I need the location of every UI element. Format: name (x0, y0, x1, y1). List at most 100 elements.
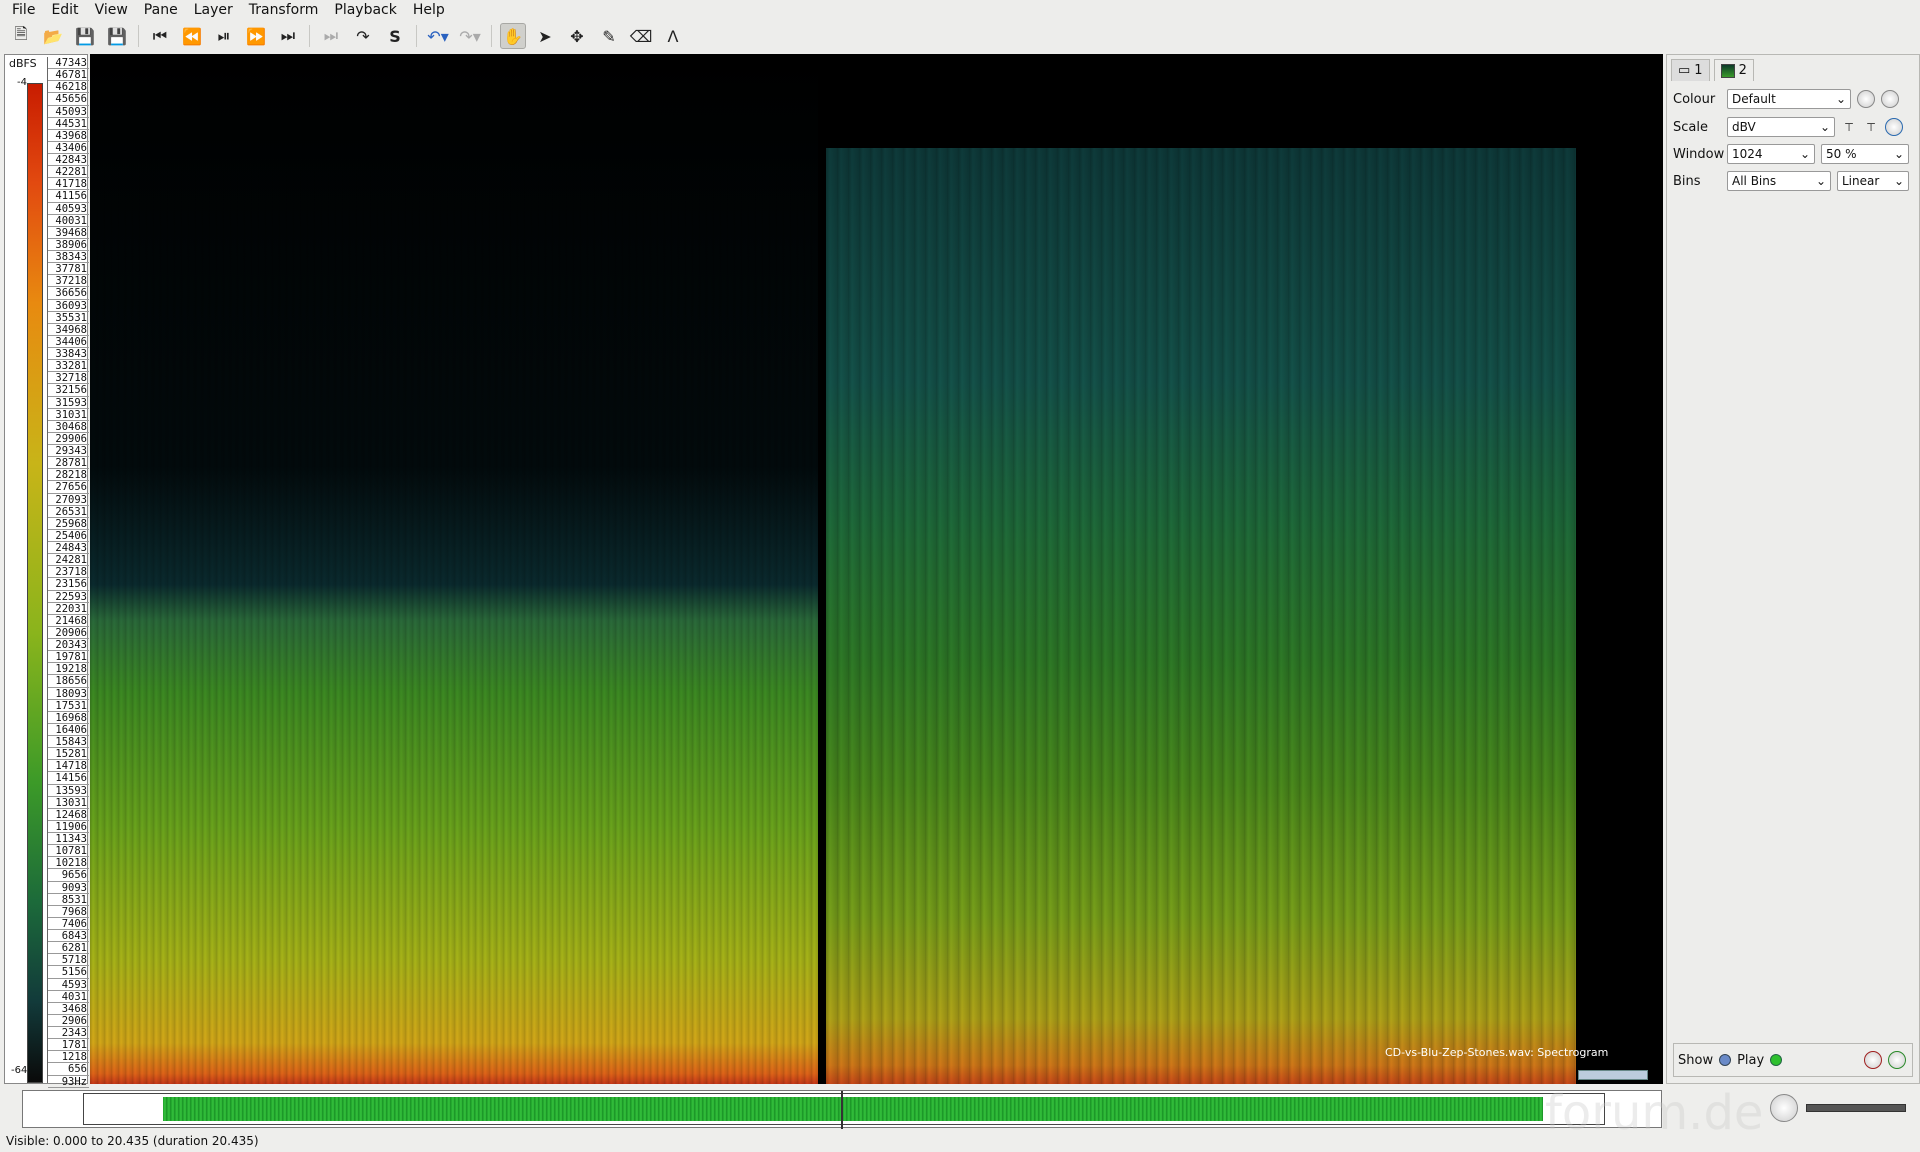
watermark-text: forum.de (1545, 1085, 1764, 1141)
move-tool-icon[interactable]: ✥ (564, 23, 590, 49)
save-as-icon[interactable]: 💾 (104, 23, 130, 49)
threshold-knob[interactable] (1885, 118, 1903, 136)
gain-knob[interactable] (1864, 1051, 1882, 1069)
frequency-tick-label: 3468 (48, 1003, 89, 1015)
frequency-tick-label: 35531 (48, 312, 89, 324)
save-icon[interactable]: 💾 (72, 23, 98, 49)
spectrogram-view[interactable] (90, 54, 1663, 1084)
toolbar: 🗎 📂 💾 💾 ⏮ ⏪ ⏯ ⏩ ⏭ ⏭ ↷ S ↶▾ ↷▾ ✋ ➤ ✥ ✎ ⌫ … (0, 20, 1920, 52)
playback-cursor[interactable] (841, 1091, 843, 1129)
menu-edit[interactable]: Edit (43, 2, 86, 18)
overview-waveform[interactable] (22, 1090, 1662, 1129)
chevron-down-icon: ⌄ (1893, 147, 1904, 161)
toolbar-separator (491, 25, 492, 47)
frequency-tick-label: 9656 (48, 869, 89, 882)
draw-tool-icon[interactable]: ✎ (596, 23, 622, 49)
layer-controls: Show Play (1673, 1043, 1913, 1077)
colour-select[interactable]: Default ⌄ (1727, 89, 1851, 109)
window-size-select[interactable]: 1024 ⌄ (1727, 144, 1815, 164)
frequency-tick-label: 10781 (48, 845, 89, 858)
frequency-tick-label: 9093 (48, 882, 89, 894)
play-pause-icon[interactable]: ⏯ (211, 23, 237, 49)
select-tool-icon[interactable]: ➤ (532, 23, 558, 49)
window-overlap-select[interactable]: 50 % ⌄ (1821, 144, 1909, 164)
frequency-tick-label: 46218 (48, 81, 89, 94)
open-file-icon[interactable]: 📂 (40, 23, 66, 49)
frequency-scale-panel: dBFS -4 -64 47343 46781 46218 45656 45093 445… (4, 54, 89, 1088)
loop-icon[interactable]: S (382, 23, 408, 49)
toolbar-separator (138, 25, 139, 47)
overview-waveform-shape (163, 1097, 1543, 1121)
pan-knob[interactable] (1888, 1051, 1906, 1069)
frequency-tick-label: 24281 (48, 554, 89, 567)
menu-pane[interactable]: Pane (136, 2, 186, 18)
chevron-down-icon: ⌄ (1893, 174, 1904, 188)
undo-icon[interactable]: ↶▾ (425, 23, 451, 49)
fast-forward-icon[interactable]: ⏩ (243, 23, 269, 49)
frequency-tick-label: 31031 (48, 409, 89, 421)
pane-icon: ▭ (1678, 63, 1691, 78)
frequency-tick-label: 36093 (48, 300, 89, 312)
menu-transform[interactable]: Transform (241, 2, 327, 18)
play-toggle[interactable] (1770, 1054, 1783, 1066)
frequency-tick-label: 41156 (48, 190, 89, 203)
frequency-tick-label: 2906 (48, 1015, 89, 1027)
frequency-tick-label: 25968 (48, 518, 89, 530)
colour-gain-knob[interactable] (1881, 90, 1899, 108)
frequency-tick-label: 42281 (48, 166, 89, 179)
spectrogram-segment-cd (90, 54, 818, 1084)
rewind-icon[interactable]: ⏪ (179, 23, 205, 49)
menu-help[interactable]: Help (405, 2, 453, 18)
frequency-labels: 47343 46781 46218 45656 45093 44531 43968 43406… (47, 57, 89, 1088)
frequency-tick-label: 11906 (48, 821, 89, 833)
frequency-tick-label: 28781 (48, 457, 89, 470)
frequency-tick-label: 10218 (48, 857, 89, 870)
navigate-tool-icon[interactable]: ✋ (500, 23, 526, 49)
frequency-tick-label: 18656 (48, 675, 89, 688)
bins-row: Bins All Bins ⌄ Linear ⌄ (1673, 171, 1909, 191)
normalize-columns-icon[interactable]: ⊤ (1841, 121, 1857, 134)
status-bar: Visible: 0.000 to 20.435 (duration 20.43… (6, 1134, 259, 1148)
overview-controls (1770, 1092, 1910, 1126)
redo-icon[interactable]: ↷▾ (457, 23, 483, 49)
frequency-tick-label: 7968 (48, 906, 89, 918)
frequency-tick-label: 19781 (48, 651, 89, 664)
bin-scale-select[interactable]: Linear ⌄ (1837, 171, 1909, 191)
frequency-tick-label: 23718 (48, 566, 89, 579)
tab-1[interactable]: ▭ 1 (1671, 59, 1710, 81)
dbfs-label: dBFS (9, 57, 37, 70)
frequency-tick-label: 15843 (48, 736, 89, 749)
tab-2[interactable]: 2 (1713, 59, 1754, 81)
menu-layer[interactable]: Layer (186, 2, 241, 18)
colour-scale-bar (27, 83, 43, 1083)
scale-select[interactable]: dBV ⌄ (1727, 117, 1835, 137)
frequency-tick-label: 22593 (48, 591, 89, 603)
menu-playback[interactable]: Playback (326, 2, 404, 18)
record-icon[interactable]: ⏭ (318, 23, 344, 49)
spectrogram-segment-bluray (826, 54, 1663, 1084)
measure-tool-icon[interactable]: Λ (660, 23, 686, 49)
frequency-tick-label: 43968 (48, 130, 89, 142)
normalize-visible-icon[interactable]: ⊤ (1863, 121, 1879, 134)
frequency-tick-label: 18093 (48, 688, 89, 700)
pane-tabs: ▭ 1 2 (1671, 59, 1754, 81)
frequency-tick-label: 13593 (48, 785, 89, 797)
ffwd-end-icon[interactable]: ⏭ (275, 23, 301, 49)
playback-speed-knob[interactable] (1770, 1094, 1798, 1122)
menu-view[interactable]: View (87, 2, 136, 18)
new-file-icon[interactable]: 🗎 (8, 23, 34, 49)
frequency-tick-label: 42843 (48, 154, 89, 167)
show-toggle[interactable] (1719, 1054, 1732, 1066)
erase-tool-icon[interactable]: ⌫ (628, 23, 654, 49)
play-selection-icon[interactable]: ↷ (350, 23, 376, 49)
window-row: Window 1024 ⌄ 50 % ⌄ (1673, 144, 1909, 164)
frequency-tick-label: 12468 (48, 809, 89, 821)
menu-file[interactable]: File (4, 2, 43, 18)
bins-select[interactable]: All Bins ⌄ (1727, 171, 1831, 191)
layer-name-label: CD-vs-Blu-Zep-Stones.wav: Spectrogram (1385, 1046, 1609, 1059)
frequency-tick-label: 16406 (48, 724, 89, 736)
colour-rotation-knob[interactable] (1857, 90, 1875, 108)
horizontal-zoom-control[interactable] (1578, 1070, 1648, 1080)
rewind-start-icon[interactable]: ⏮ (147, 23, 173, 49)
frequency-tick-label: 25406 (48, 530, 89, 542)
